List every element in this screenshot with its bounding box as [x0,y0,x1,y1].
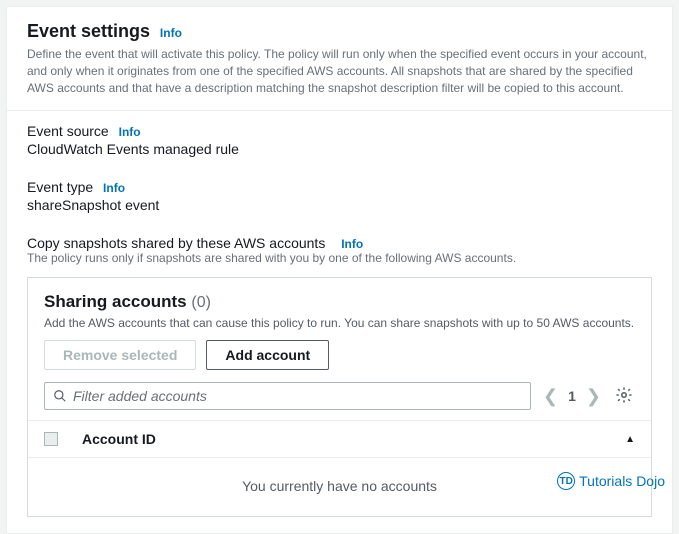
sort-indicator-icon[interactable]: ▲ [625,434,635,445]
copy-snapshots-label: Copy snapshots shared by these AWS accou… [27,235,325,251]
settings-button[interactable] [613,384,635,409]
panel-title: Event settings [27,21,150,41]
prev-page-button[interactable]: ❮ [541,386,560,407]
watermark-text: Tutorials Dojo [579,473,665,489]
watermark: TD Tutorials Dojo [557,472,665,490]
sharing-header: Sharing accounts (0) [28,278,651,312]
event-type-label: Event type [27,179,93,195]
copy-snapshots-description: The policy runs only if snapshots are sh… [7,251,672,277]
search-icon [53,389,67,403]
panel-description: Define the event that will activate this… [7,42,672,110]
copy-snapshots-label-row: Copy snapshots shared by these AWS accou… [7,223,672,251]
panel-header: Event settings Info [7,7,672,42]
page-number: 1 [568,388,576,404]
event-type-info-link[interactable]: Info [103,181,125,195]
sharing-description: Add the AWS accounts that can cause this… [28,312,651,340]
next-page-button[interactable]: ❯ [584,386,603,407]
table-header: Account ID ▲ [28,420,651,458]
event-source-label-row: Event source Info [7,111,672,139]
event-type-label-row: Event type Info [7,167,672,195]
pagination: ❮ 1 ❯ [541,386,603,407]
copy-snapshots-info-link[interactable]: Info [341,237,363,251]
sharing-count: (0) [191,294,211,311]
select-all-checkbox[interactable] [44,432,58,446]
search-box[interactable] [44,382,531,410]
search-row: ❮ 1 ❯ [28,382,651,420]
remove-selected-button[interactable]: Remove selected [44,340,196,370]
event-source-value: CloudWatch Events managed rule [7,139,672,167]
event-settings-panel: Event settings Info Define the event tha… [6,6,673,534]
sharing-title: Sharing accounts [44,292,187,311]
gear-icon [615,386,633,404]
event-type-value: shareSnapshot event [7,195,672,223]
add-account-button[interactable]: Add account [206,340,329,370]
button-row: Remove selected Add account [28,340,651,382]
event-source-label: Event source [27,123,109,139]
event-source-info-link[interactable]: Info [119,125,141,139]
header-info-link[interactable]: Info [160,26,182,40]
column-account-id[interactable]: Account ID [82,431,625,447]
watermark-badge: TD [557,472,575,490]
search-input[interactable] [73,388,522,404]
